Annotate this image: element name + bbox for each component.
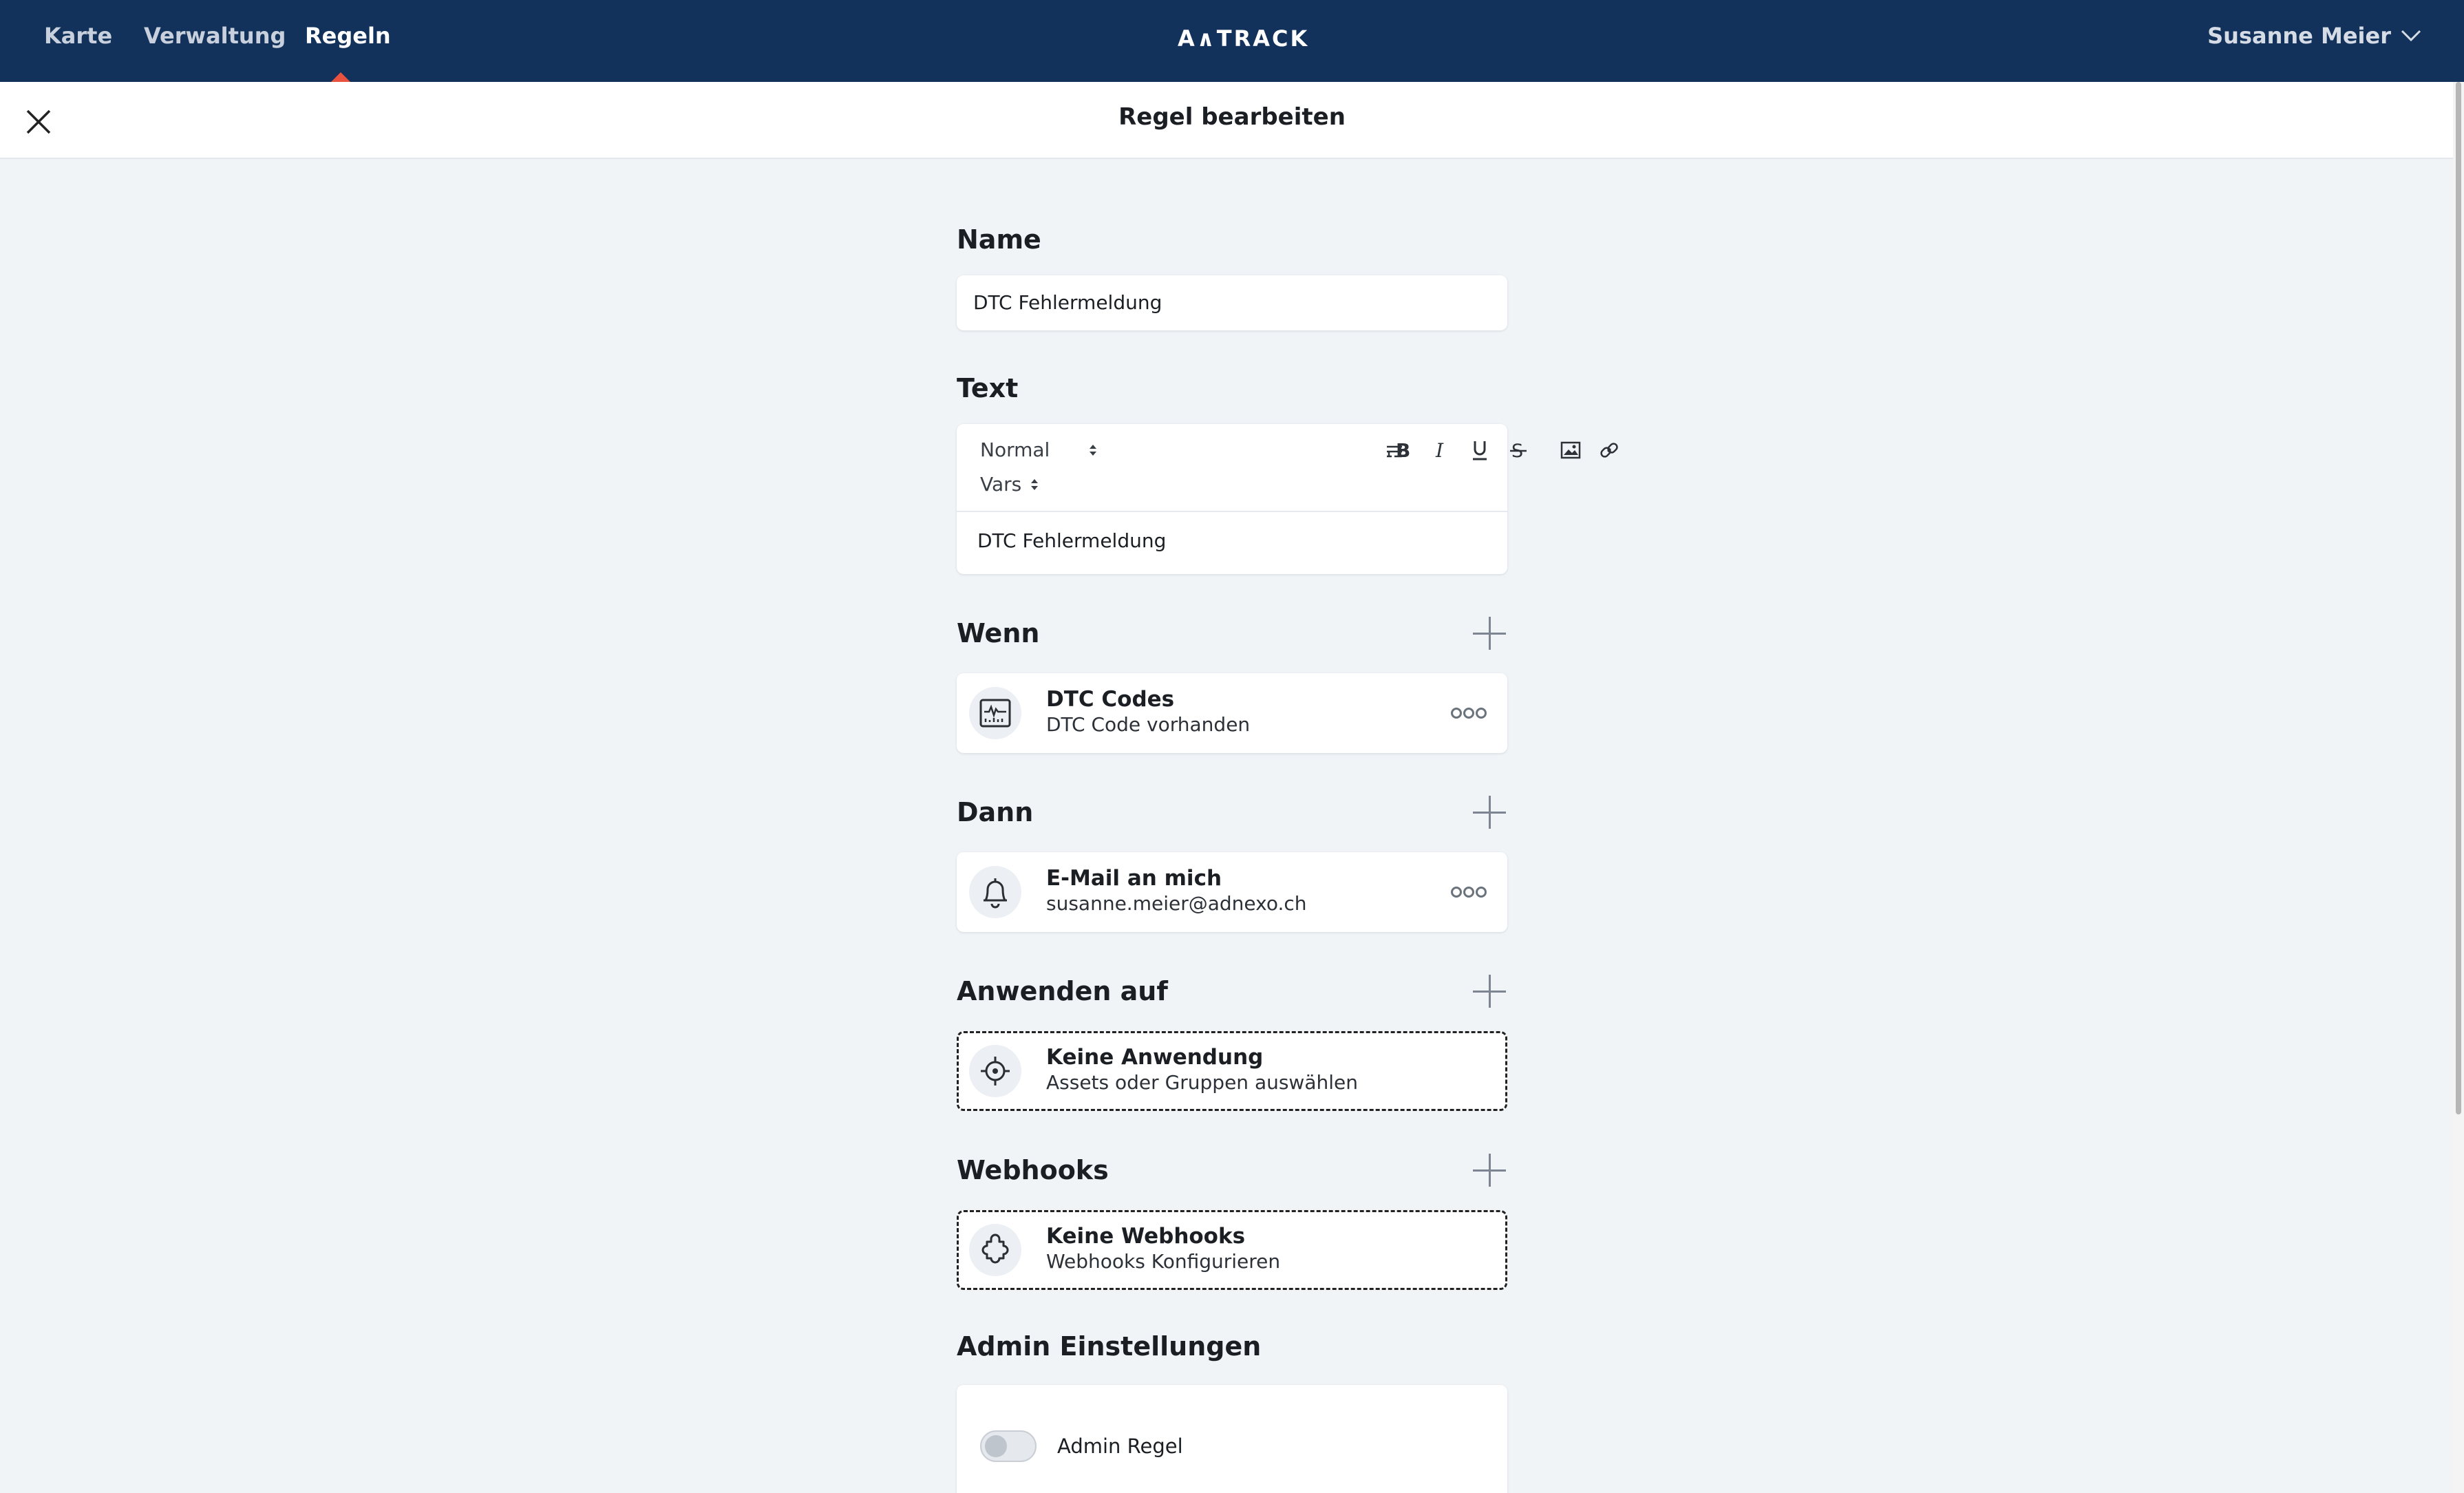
apply-empty-card[interactable]: Keine Anwendung Assets oder Gruppen ausw… bbox=[957, 1031, 1507, 1111]
admin-section: Admin Regel bbox=[957, 1385, 1507, 1493]
admin-card: Admin Regel bbox=[957, 1385, 1507, 1493]
underline-button[interactable] bbox=[1466, 436, 1494, 464]
format-select[interactable]: Normal bbox=[980, 436, 1098, 464]
condition-card[interactable]: DTC Codes DTC Code vorhanden bbox=[957, 673, 1507, 753]
scrollbar-thumb[interactable] bbox=[2456, 82, 2461, 1114]
text-label: Text bbox=[957, 373, 1019, 403]
link-icon bbox=[1600, 443, 1618, 458]
close-icon bbox=[26, 109, 51, 134]
action-card[interactable]: E-Mail an mich susanne.meier@adnexo.ch bbox=[957, 852, 1507, 932]
webhooks-title: Keine Webhooks bbox=[1046, 1224, 1246, 1249]
apply-subtitle: Assets oder Gruppen auswählen bbox=[1046, 1071, 1358, 1094]
nav-item-regeln[interactable]: Regeln bbox=[305, 21, 391, 51]
add-action-button[interactable] bbox=[1472, 794, 1507, 830]
when-header: Wenn bbox=[957, 615, 1507, 651]
select-arrows-icon bbox=[1090, 445, 1097, 456]
when-label: Wenn bbox=[957, 618, 1040, 648]
bell-icon bbox=[984, 878, 1007, 909]
apply-label: Anwenden auf bbox=[957, 976, 1168, 1006]
user-name: Susanne Meier bbox=[2207, 23, 2391, 49]
underline-icon bbox=[1473, 441, 1487, 460]
user-menu[interactable]: Susanne Meier bbox=[2207, 21, 2421, 51]
apply-section: Keine Anwendung Assets oder Gruppen ausw… bbox=[957, 1031, 1507, 1111]
image-icon bbox=[1560, 441, 1581, 459]
italic-icon: I bbox=[1435, 440, 1444, 460]
then-header: Dann bbox=[957, 794, 1507, 830]
then-section: E-Mail an mich susanne.meier@adnexo.ch bbox=[957, 852, 1507, 932]
condition-icon-wrap bbox=[969, 687, 1021, 739]
action-title: E-Mail an mich bbox=[1046, 866, 1222, 891]
vars-select-value: Vars bbox=[980, 473, 1022, 496]
vars-select[interactable]: Vars bbox=[980, 471, 1039, 498]
webhooks-section: Keine Webhooks Webhooks Konfigurieren bbox=[957, 1210, 1507, 1290]
puzzle-icon bbox=[981, 1233, 1009, 1264]
webhooks-header: Webhooks bbox=[957, 1152, 1507, 1188]
target-icon bbox=[981, 1057, 1010, 1086]
then-label: Dann bbox=[957, 797, 1034, 827]
apply-icon-wrap bbox=[969, 1045, 1021, 1097]
name-input[interactable]: DTC Fehlermeldung bbox=[957, 275, 1507, 330]
apply-header: Anwenden auf bbox=[957, 973, 1507, 1009]
clear-format-icon bbox=[1387, 445, 1402, 458]
action-subtitle: susanne.meier@adnexo.ch bbox=[1046, 892, 1307, 915]
toggle-knob bbox=[985, 1435, 1007, 1457]
chevron-down-icon bbox=[2401, 30, 2421, 42]
close-button[interactable] bbox=[25, 108, 52, 136]
webhooks-label: Webhooks bbox=[957, 1155, 1109, 1185]
admin-header: Admin Einstellungen bbox=[957, 1328, 1507, 1364]
admin-label: Admin Einstellungen bbox=[957, 1331, 1262, 1362]
name-label: Name bbox=[957, 224, 1041, 255]
image-button[interactable] bbox=[1557, 436, 1584, 464]
condition-title: DTC Codes bbox=[1046, 687, 1175, 712]
select-arrows-icon bbox=[1031, 479, 1039, 490]
condition-more-button[interactable] bbox=[1451, 705, 1487, 721]
diagnostic-chart-icon bbox=[979, 699, 1011, 728]
italic-button[interactable]: I bbox=[1427, 436, 1455, 464]
webhooks-empty-card[interactable]: Keine Webhooks Webhooks Konfigurieren bbox=[957, 1210, 1507, 1290]
strikethrough-button[interactable]: S bbox=[1505, 436, 1532, 464]
nav-item-verwaltung[interactable]: Verwaltung bbox=[144, 21, 286, 51]
nav-item-karte[interactable]: Karte bbox=[44, 21, 112, 51]
link-button[interactable] bbox=[1595, 436, 1623, 464]
editor-content[interactable]: DTC Fehlermeldung bbox=[977, 527, 1166, 555]
webhooks-icon-wrap bbox=[969, 1224, 1021, 1276]
admin-rule-label: Admin Regel bbox=[1057, 1434, 1183, 1458]
strikethrough-icon: S bbox=[1510, 441, 1527, 460]
add-webhook-button[interactable] bbox=[1472, 1152, 1507, 1188]
svg-text:I: I bbox=[1435, 440, 1444, 460]
condition-subtitle: DTC Code vorhanden bbox=[1046, 713, 1251, 736]
apply-title: Keine Anwendung bbox=[1046, 1045, 1264, 1070]
add-assets-button[interactable] bbox=[1472, 973, 1507, 1009]
webhooks-subtitle: Webhooks Konfigurieren bbox=[1046, 1250, 1281, 1273]
editor-toolbar: Normal B I S bbox=[957, 424, 1618, 512]
action-icon-wrap bbox=[969, 866, 1021, 918]
format-select-value: Normal bbox=[980, 438, 1050, 461]
add-condition-button[interactable] bbox=[1472, 615, 1507, 651]
action-more-button[interactable] bbox=[1451, 884, 1487, 900]
when-section: DTC Codes DTC Code vorhanden bbox=[957, 673, 1507, 753]
admin-rule-toggle[interactable] bbox=[980, 1430, 1037, 1462]
clear-format-button[interactable] bbox=[1381, 438, 1408, 465]
active-nav-indicator bbox=[331, 72, 350, 82]
scrollbar[interactable] bbox=[2453, 82, 2464, 1493]
